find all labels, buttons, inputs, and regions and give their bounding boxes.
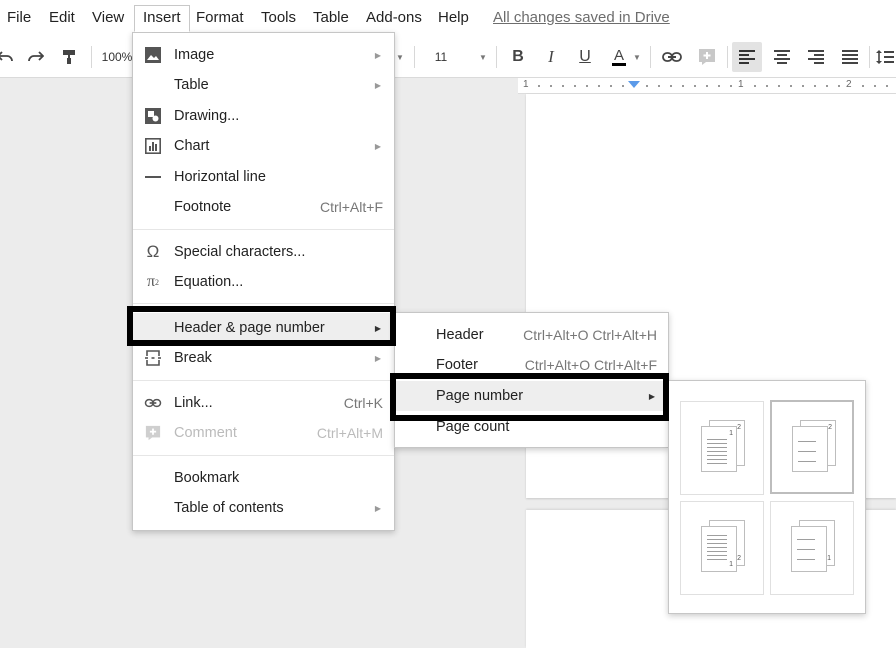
italic-icon[interactable]: I <box>538 36 564 78</box>
menu-item-table[interactable]: Table ▶ <box>133 70 394 100</box>
menu-item-horizontal-line[interactable]: Horizontal line <box>133 162 394 192</box>
submenu-arrow-icon: ▶ <box>374 141 381 151</box>
submenu-arrow-icon: ▶ <box>374 50 381 60</box>
menu-file[interactable]: File <box>7 9 31 26</box>
menu-item-table-of-contents[interactable]: Table of contents ▶ <box>133 493 394 523</box>
font-size-select[interactable]: 11 <box>428 36 454 78</box>
add-comment-icon[interactable] <box>694 36 720 78</box>
font-dropdown-caret[interactable]: ▼ <box>393 36 407 78</box>
menu-item-link[interactable]: Link... Ctrl+K <box>133 388 394 418</box>
menu-view[interactable]: View <box>92 9 124 26</box>
toolbar-separator <box>650 46 651 68</box>
page-number-option-bottom-all[interactable]: 2 1 <box>680 501 764 595</box>
menu-item-drawing[interactable]: Drawing... <box>133 101 394 131</box>
menu-separator <box>133 303 394 304</box>
menu-item-image[interactable]: Image ▶ <box>133 40 394 70</box>
menu-item-page-number[interactable]: Page number ▶ <box>395 381 668 411</box>
submenu-arrow-icon: ▶ <box>374 353 381 363</box>
header-page-number-submenu: Header Ctrl+Alt+O Ctrl+Alt+H Footer Ctrl… <box>394 312 669 448</box>
menu-item-chart[interactable]: Chart ▶ <box>133 131 394 161</box>
menu-item-header-page-number[interactable]: Header & page number ▶ <box>133 313 394 343</box>
menu-help[interactable]: Help <box>438 9 469 26</box>
menu-addons[interactable]: Add-ons <box>366 9 422 26</box>
toolbar-separator <box>869 46 870 68</box>
zoom-select[interactable]: 100% <box>100 36 134 78</box>
insert-menu: Image ▶ Table ▶ Drawing... Chart ▶ Horiz… <box>132 32 395 531</box>
drawing-icon <box>144 107 162 125</box>
save-status-link[interactable]: All changes saved in Drive <box>493 9 670 26</box>
menu-item-bookmark[interactable]: Bookmark <box>133 463 394 493</box>
align-center-icon[interactable] <box>768 36 796 78</box>
menu-item-break[interactable]: Break ▶ <box>133 343 394 373</box>
ruler-number: 1 <box>523 79 529 90</box>
menu-separator <box>133 229 394 230</box>
page-break-icon <box>144 349 162 367</box>
redo-icon[interactable] <box>24 36 48 78</box>
indent-marker[interactable] <box>628 81 640 88</box>
menubar: File Edit View Insert Format Tools Table… <box>0 0 896 36</box>
menu-format[interactable]: Format <box>196 9 244 26</box>
align-left-icon[interactable] <box>732 42 762 72</box>
image-icon <box>144 46 162 64</box>
ruler: 1 1 2 <box>518 78 896 94</box>
omega-icon: Ω <box>146 242 160 261</box>
toolbar-separator <box>727 46 728 68</box>
menu-item-page-count[interactable]: Page count <box>395 412 668 442</box>
add-comment-icon <box>144 424 162 442</box>
ruler-number: 1 <box>738 79 744 90</box>
link-icon <box>144 394 162 412</box>
menu-item-comment: Comment Ctrl+Alt+M <box>133 418 394 448</box>
svg-text:A: A <box>614 47 624 64</box>
ruler-number: 2 <box>846 79 852 90</box>
chart-icon <box>144 137 162 155</box>
text-color-icon[interactable]: A <box>605 36 633 78</box>
menu-edit[interactable]: Edit <box>49 9 75 26</box>
align-right-icon[interactable] <box>802 36 830 78</box>
page-number-options: 2 1 2 2 1 1 <box>668 380 866 614</box>
line-spacing-icon[interactable] <box>874 36 896 78</box>
menu-item-header[interactable]: Header Ctrl+Alt+O Ctrl+Alt+H <box>395 320 668 350</box>
text-color-caret[interactable]: ▼ <box>632 36 642 78</box>
submenu-arrow-icon: ▶ <box>374 503 381 513</box>
underline-icon[interactable]: U <box>572 36 598 78</box>
menu-item-footer[interactable]: Footer Ctrl+Alt+O Ctrl+Alt+F <box>395 350 668 380</box>
submenu-arrow-icon: ▶ <box>648 391 655 401</box>
toolbar-separator <box>414 46 415 68</box>
menu-item-special-characters[interactable]: Ω Special characters... <box>133 237 394 267</box>
link-icon[interactable] <box>659 36 685 78</box>
toolbar-separator <box>496 46 497 68</box>
submenu-arrow-icon: ▶ <box>374 323 381 333</box>
font-size-caret[interactable]: ▼ <box>476 36 490 78</box>
menu-insert[interactable]: Insert <box>134 5 190 32</box>
bold-icon[interactable]: B <box>505 36 531 78</box>
justify-icon[interactable] <box>836 36 864 78</box>
page-number-option-top-all[interactable]: 2 1 <box>680 401 764 495</box>
horizontal-line-icon <box>144 168 162 186</box>
menu-separator <box>133 380 394 381</box>
pi-icon: π2 <box>146 273 160 290</box>
toolbar-separator <box>91 46 92 68</box>
undo-icon[interactable] <box>0 36 16 78</box>
menu-separator <box>133 455 394 456</box>
page-number-option-bottom-skip-first[interactable]: 1 <box>770 501 854 595</box>
menu-item-equation[interactable]: π2 Equation... <box>133 267 394 297</box>
paint-format-icon[interactable] <box>56 36 82 78</box>
menu-tools[interactable]: Tools <box>261 9 296 26</box>
menu-table[interactable]: Table <box>313 9 349 26</box>
menu-item-footnote[interactable]: Footnote Ctrl+Alt+F <box>133 192 394 222</box>
page-number-option-top-skip-first[interactable]: 2 <box>770 400 854 494</box>
submenu-arrow-icon: ▶ <box>374 80 381 90</box>
